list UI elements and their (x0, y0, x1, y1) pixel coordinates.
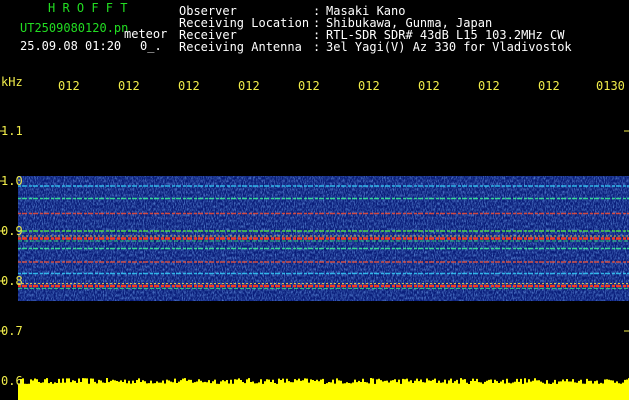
freq-tick-label: 1.0 (1, 174, 23, 188)
time-tick-label: 012 (538, 79, 560, 93)
time-tick-label: 012 (58, 79, 80, 93)
spectrogram (0, 130, 629, 332)
freq-tick-label: 1.1 (1, 124, 23, 138)
time-tick-label: 012 (478, 79, 500, 93)
freq-tick-label: 0.9 (1, 224, 23, 238)
time-tick-label: 0130 (596, 79, 625, 93)
freq-tick-label: 0.7 (1, 324, 23, 338)
time-tick-label: 012 (238, 79, 260, 93)
time-tick-label: 012 (178, 79, 200, 93)
timestamp: 25.09.08 01:20 (20, 39, 122, 53)
time-tick-label: 012 (118, 79, 140, 93)
noise-bar-peaks (18, 378, 629, 387)
file-name: UT2509080120.pn (20, 21, 129, 35)
freq-unit-label: kHz (1, 75, 23, 89)
time-tick-label: 012 (418, 79, 440, 93)
app-brand: H R O F F T (48, 1, 128, 15)
value-antenna: 3el Yagi(V) Az 330 for Vladivostok (326, 40, 572, 54)
time-tick-label: 012 (358, 79, 380, 93)
colon-antenna: : (313, 40, 321, 54)
label-antenna: Receiving Antenna (179, 40, 302, 54)
time-tick-label: 012 (298, 79, 320, 93)
freq-tick-label: 0.6 (1, 374, 23, 388)
freq-tick-label: 0.8 (1, 274, 23, 288)
noise-level-bar (18, 378, 629, 400)
extra-info: 0_. (140, 39, 162, 53)
